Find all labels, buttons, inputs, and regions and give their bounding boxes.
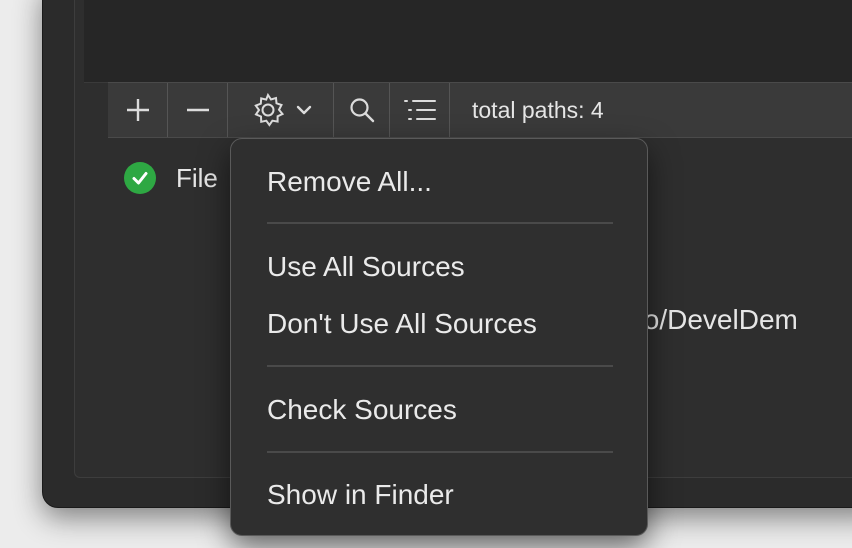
gear-icon (253, 92, 284, 127)
checkmark-circle-icon (124, 162, 156, 194)
chevron-down-icon (296, 105, 311, 115)
menu-item-show-in-finder[interactable]: Show in Finder (267, 479, 454, 511)
total-paths-status: total paths: 4 (472, 96, 604, 123)
menu-item-remove-all[interactable]: Remove All... (267, 166, 432, 198)
settings-dropdown-menu: Remove All... Use All Sources Don't Use … (230, 138, 648, 536)
list-view-button[interactable] (390, 83, 450, 137)
menu-separator (267, 451, 613, 453)
menu-separator (267, 365, 613, 367)
menu-item-dont-use-all-sources[interactable]: Don't Use All Sources (267, 308, 537, 340)
sources-list-area (84, 0, 852, 83)
minus-icon (186, 108, 209, 112)
list-icon (403, 100, 436, 120)
search-button[interactable] (334, 83, 390, 137)
search-icon (349, 98, 374, 123)
source-path-text: to/DevelDem (636, 304, 798, 335)
sources-toolbar: total paths: 4 (108, 82, 852, 138)
menu-item-use-all-sources[interactable]: Use All Sources (267, 251, 465, 283)
list-item[interactable]: File (124, 162, 218, 194)
add-button[interactable] (108, 83, 168, 137)
app-screen: total paths: 4 File to/DevelDem Remove A… (0, 0, 852, 548)
list-item-label: File (176, 162, 218, 193)
remove-button[interactable] (168, 83, 228, 137)
menu-item-check-sources[interactable]: Check Sources (267, 394, 457, 426)
settings-menu-button[interactable] (228, 83, 334, 137)
plus-icon (126, 99, 149, 121)
menu-separator (267, 222, 613, 224)
